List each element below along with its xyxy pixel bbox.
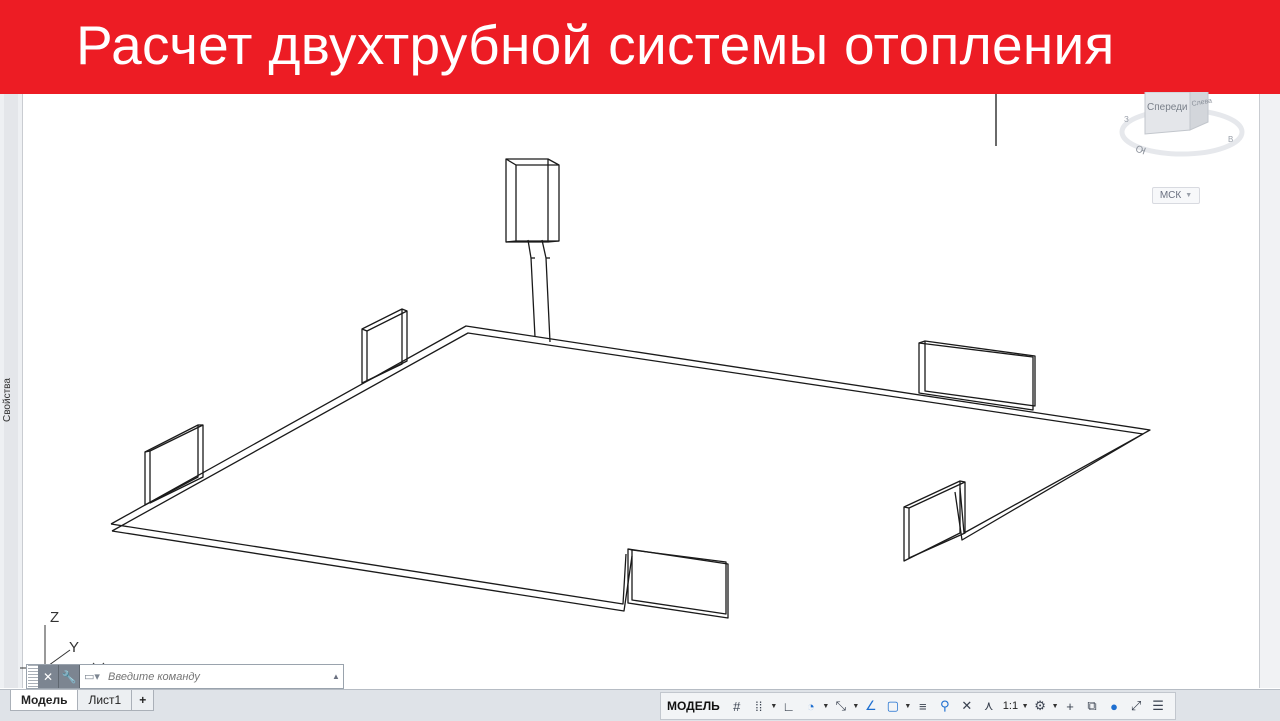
bottom-bar: Модель Лист1 + МОДЕЛЬ # ⁞⁞ ▼ ∟ ◔ ▼ ⤡ ▼ ∠… (0, 689, 1280, 721)
chevron-down-icon[interactable]: ▼ (1021, 703, 1029, 710)
customize-menu-icon[interactable]: ☰ (1147, 695, 1169, 717)
command-line-grip-icon[interactable] (28, 665, 38, 688)
status-bar: МОДЕЛЬ # ⁞⁞ ▼ ∟ ◔ ▼ ⤡ ▼ ∠ ▢ ▼ ≡ ⚲ ✕ ⋏ 1:… (660, 692, 1177, 720)
model-space-toggle[interactable]: МОДЕЛЬ (661, 699, 726, 713)
close-icon[interactable]: ✕ (38, 665, 59, 688)
fullscreen-icon[interactable]: ⤢ (1125, 695, 1147, 717)
ucs-menu-button[interactable]: МСК ▼ (1152, 187, 1200, 204)
boiler-box (505, 158, 560, 243)
transparency-icon[interactable]: ≡ (912, 695, 934, 717)
annotation-scale-icon[interactable]: ⋏ (978, 695, 1000, 717)
radiator-bottom-center (627, 548, 729, 619)
ucs-y-label: Y (69, 639, 79, 656)
radiator-right-top (918, 340, 1036, 411)
isodraft-icon[interactable]: ⤡ (830, 695, 852, 717)
annotation-visibility-icon[interactable]: ⚲ (934, 695, 956, 717)
drawing-canvas[interactable]: Z Y (0, 0, 1280, 720)
tab-layout1[interactable]: Лист1 (77, 690, 133, 711)
workspace-gear-icon[interactable]: ⚙ (1029, 695, 1051, 717)
layout-tabs: Модель Лист1 + (10, 690, 155, 712)
osnap-track-icon[interactable]: ∠ (860, 695, 882, 717)
chevron-down-icon[interactable]: ▼ (904, 703, 912, 710)
tab-model[interactable]: Модель (10, 690, 79, 711)
radiator-upper-left (361, 308, 408, 384)
command-line[interactable]: ✕ 🔧 ▭▾ ▲ (26, 664, 344, 689)
autoscale-icon[interactable]: ✕ (956, 695, 978, 717)
wrench-icon[interactable]: 🔧 (59, 665, 80, 688)
command-prompt-icon[interactable]: ▭▾ (80, 665, 104, 688)
pipe-loop (110, 325, 1151, 612)
chevron-down-icon[interactable]: ▼ (822, 703, 830, 710)
chevron-down-icon[interactable]: ▼ (770, 703, 778, 710)
isolate-icon[interactable]: ⧉ (1081, 695, 1103, 717)
ucs-z-label: Z (50, 609, 59, 626)
plus-icon[interactable]: + (1059, 695, 1081, 717)
radiator-right-bottom (903, 480, 966, 562)
chevron-down-icon[interactable]: ▼ (852, 703, 860, 710)
hardware-accel-icon[interactable]: ● (1103, 695, 1125, 717)
compass-west-label: З (1124, 115, 1129, 124)
chevron-down-icon: ▼ (1185, 192, 1193, 199)
radiator-left (144, 424, 204, 506)
ucs-menu-label: МСК (1159, 190, 1182, 201)
command-input[interactable] (104, 665, 329, 688)
annotation-scale-value[interactable]: 1:1 (1000, 700, 1021, 712)
compass-east-label: В (1228, 135, 1233, 144)
polar-icon[interactable]: ◔ (800, 695, 822, 717)
chevron-down-icon[interactable]: ▼ (1051, 703, 1059, 710)
lineweight-icon[interactable]: ▢ (882, 695, 904, 717)
viewcube-front-label: Спереди (1147, 102, 1188, 113)
ortho-icon[interactable]: ∟ (778, 695, 800, 717)
viewcube-front-face (1144, 92, 1191, 135)
grid-icon[interactable]: # (726, 695, 748, 717)
viewcube-widget[interactable]: Спереди Слева Ю З В (1112, 92, 1252, 172)
command-history-arrow-icon[interactable]: ▲ (329, 672, 343, 681)
snap-icon[interactable]: ⁞⁞ (748, 695, 770, 717)
riser-pipes (527, 239, 551, 343)
tab-add[interactable]: + (131, 690, 155, 711)
